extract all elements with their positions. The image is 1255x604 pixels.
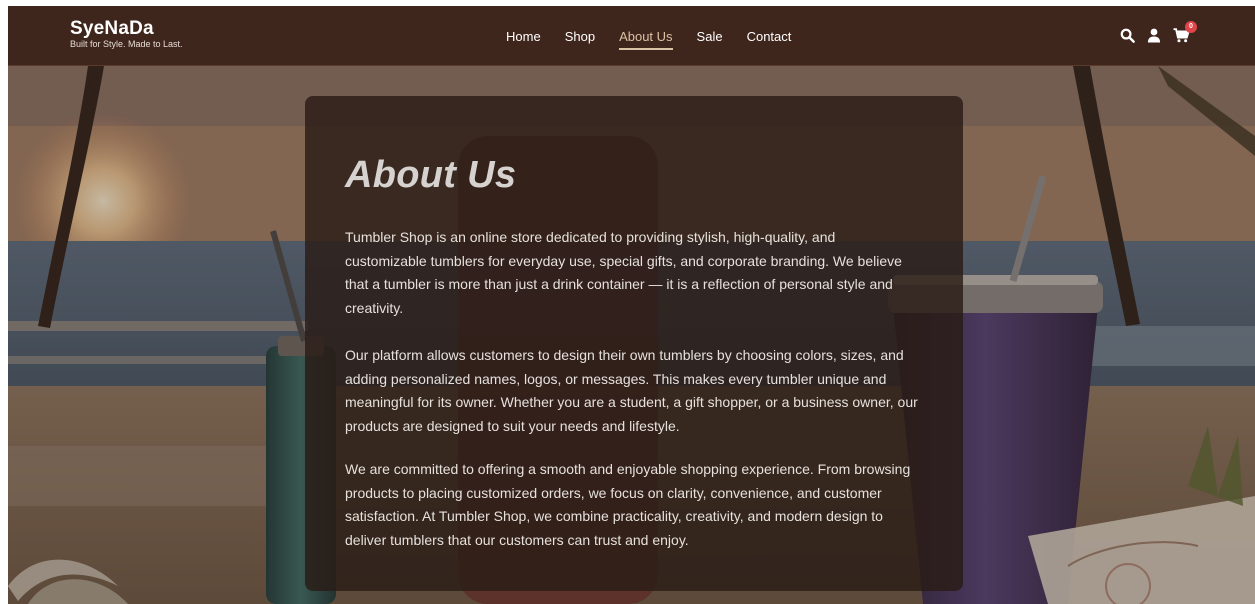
cart-icon[interactable]: 0 <box>1172 21 1197 44</box>
brand-logo[interactable]: SyeNaDa Built for Style. Made to Last. <box>70 19 183 50</box>
cart-count-badge: 0 <box>1185 21 1197 33</box>
brand-tagline: Built for Style. Made to Last. <box>70 39 183 49</box>
nav-contact[interactable]: Contact <box>747 30 792 44</box>
site-header: SyeNaDa Built for Style. Made to Last. H… <box>8 6 1255 66</box>
about-paragraph-3: We are committed to offering a smooth an… <box>345 461 911 548</box>
nav-sale[interactable]: Sale <box>697 30 723 44</box>
page-frame: SyeNaDa Built for Style. Made to Last. H… <box>8 6 1255 604</box>
about-title: About Us <box>345 154 517 196</box>
nav-home[interactable]: Home <box>506 30 541 44</box>
about-card: About Us Tumbler Shop is an online store… <box>305 96 963 591</box>
main-nav: Home Shop About Us Sale Contact <box>506 30 815 50</box>
header-icons: 0 <box>1118 21 1199 44</box>
brand-name: SyeNaDa <box>70 18 154 39</box>
nav-about-us[interactable]: About Us <box>619 30 674 50</box>
about-paragraph-1: Tumbler Shop is an online store dedicate… <box>345 229 902 316</box>
user-icon[interactable] <box>1145 26 1163 44</box>
nav-shop[interactable]: Shop <box>565 30 595 44</box>
about-hero: About Us Tumbler Shop is an online store… <box>8 66 1255 604</box>
search-icon[interactable] <box>1118 26 1136 44</box>
about-paragraph-2: Our platform allows customers to design … <box>345 347 918 434</box>
